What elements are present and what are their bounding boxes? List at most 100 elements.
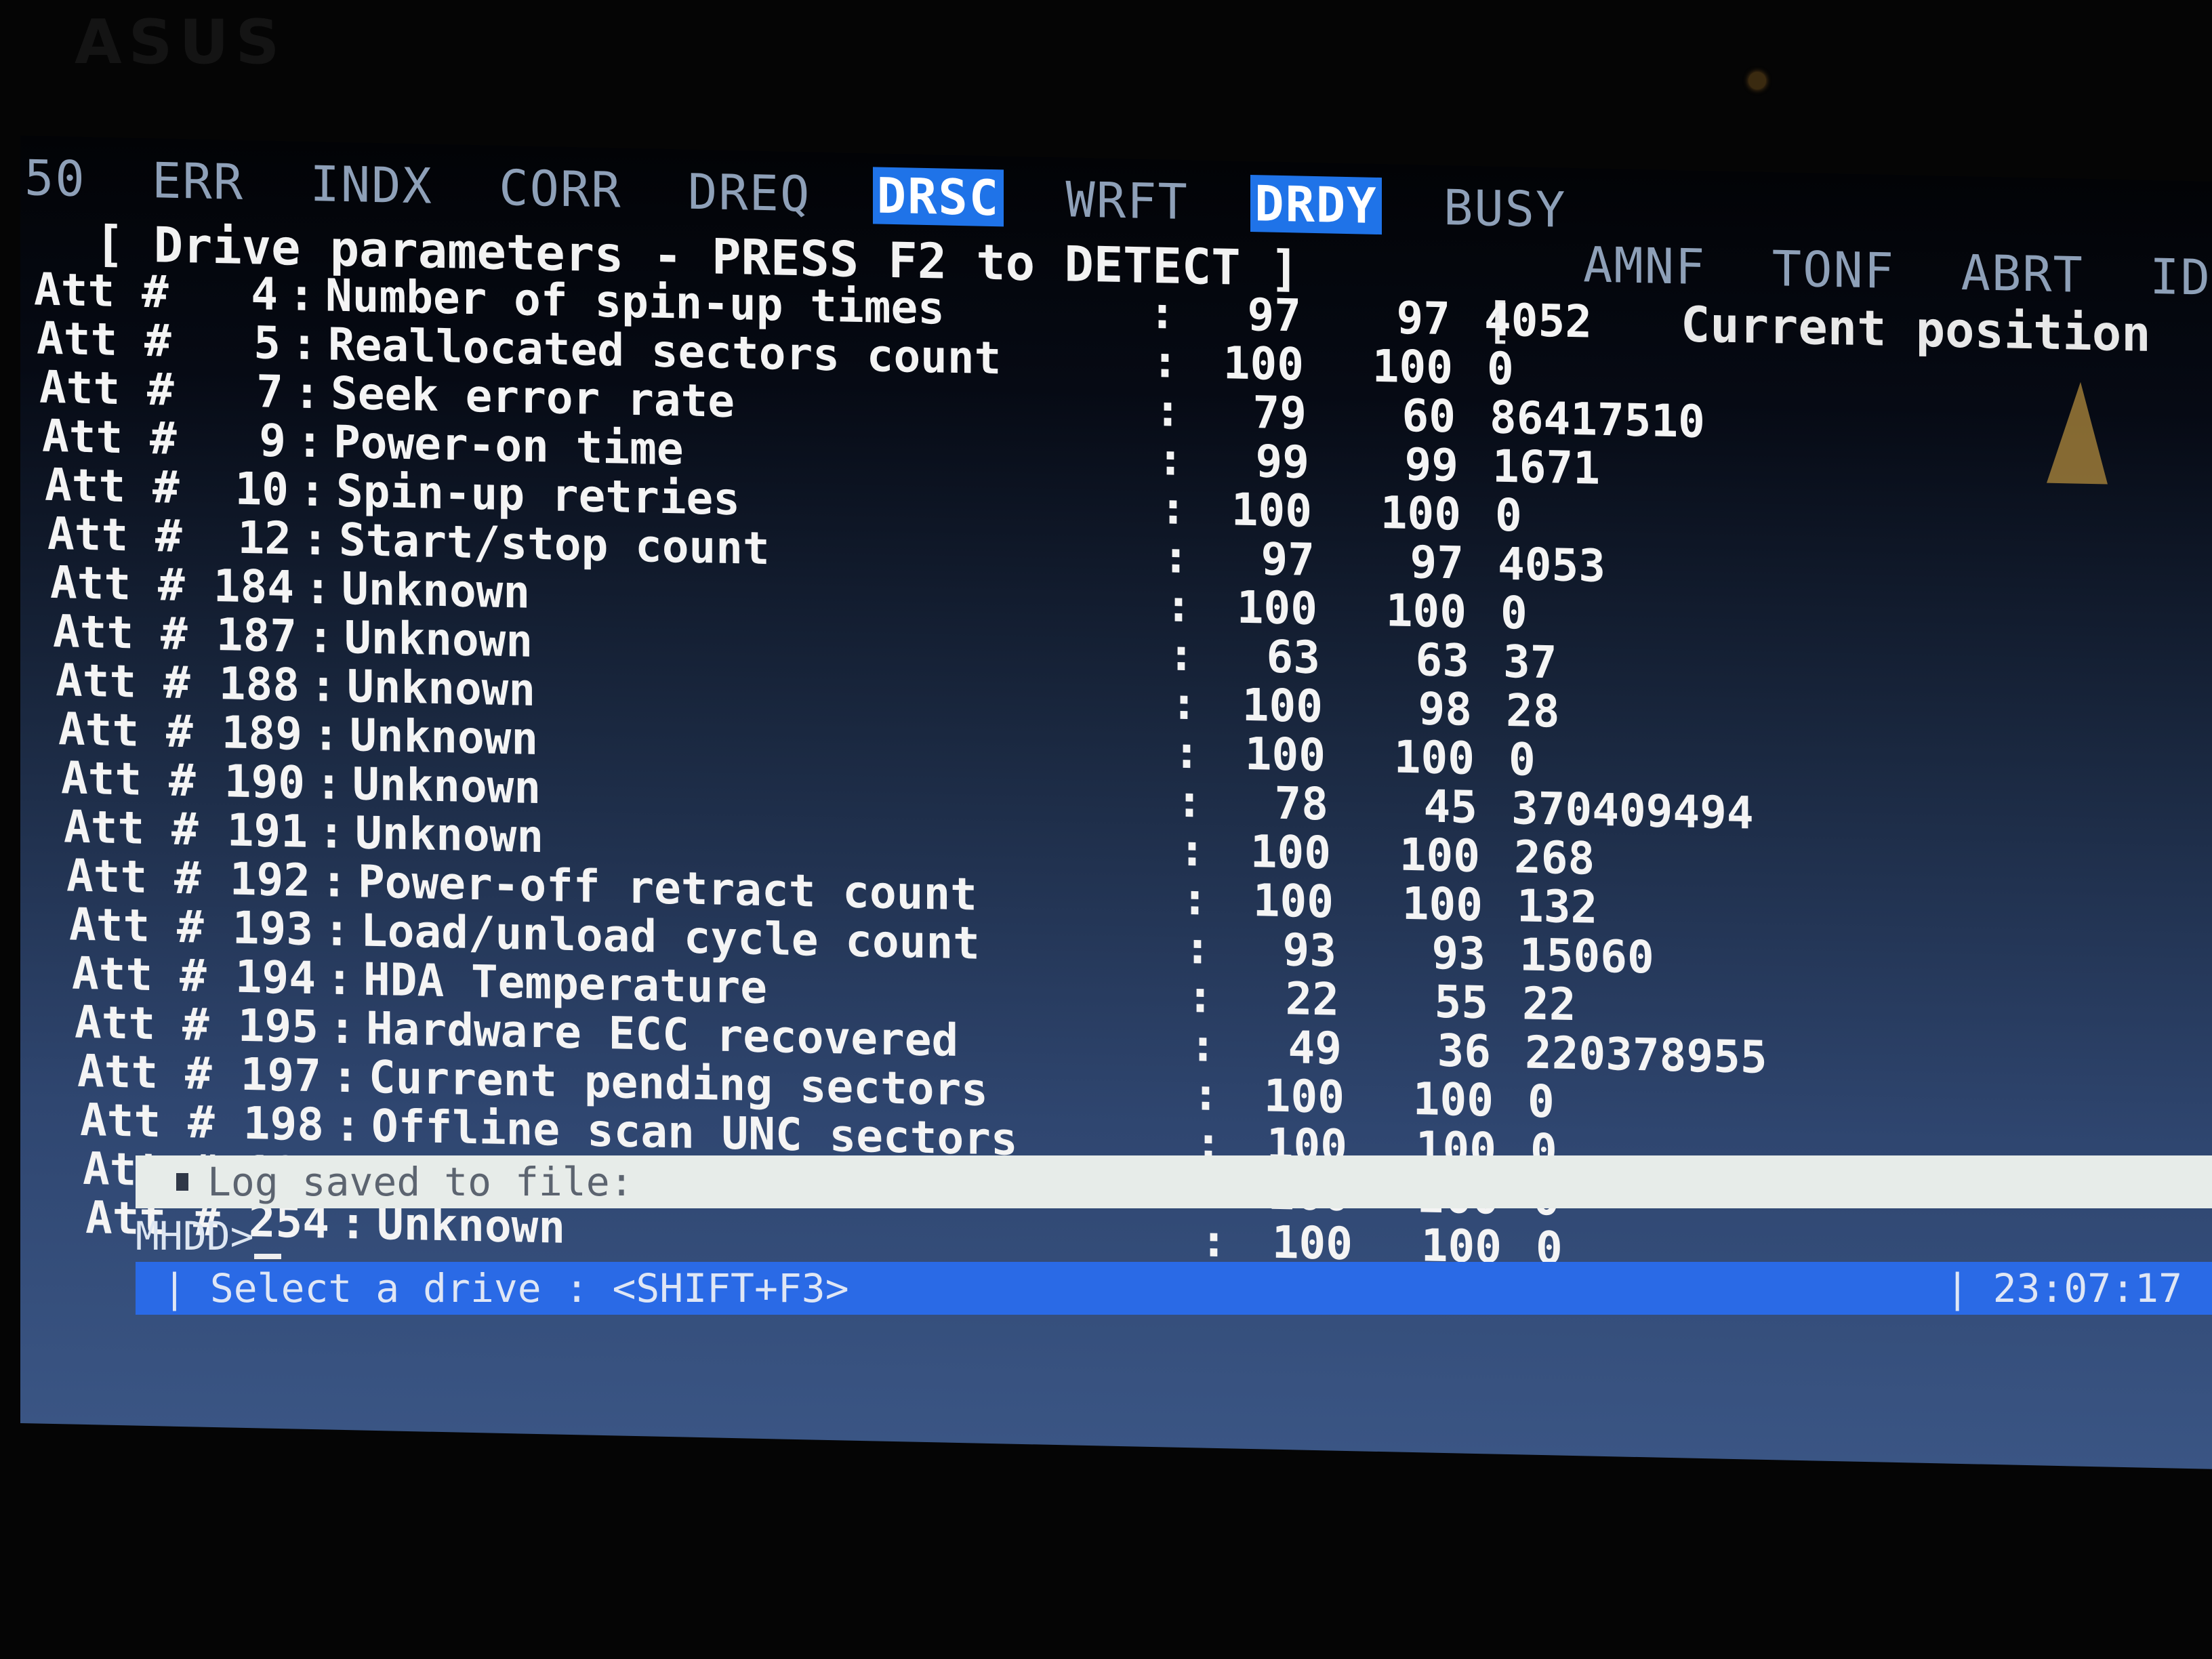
separator: : (299, 464, 326, 516)
attribute-id: 10 (234, 462, 289, 516)
separator: : (1157, 432, 1184, 486)
error-flag: AMNF (1583, 236, 1706, 296)
separator: : (315, 756, 342, 810)
attribute-id: 191 (226, 803, 308, 858)
attribute-prefix: Att # (47, 507, 182, 562)
status-flag: BUSY (1443, 178, 1567, 239)
separator: : (1181, 872, 1208, 926)
status-flag-active: DRDY (1250, 175, 1382, 235)
attribute-id: 189 (221, 705, 302, 760)
error-flag: ABRT (1961, 243, 2084, 304)
attribute-value: 99 (1255, 434, 1309, 489)
separator: : (288, 268, 315, 321)
attribute-value: 100 (1252, 874, 1334, 928)
attribute-prefix: Att # (58, 702, 193, 758)
attribute-prefix: Att # (72, 947, 207, 1002)
status-flag: DREQ (687, 163, 811, 223)
separator: : (1151, 335, 1179, 388)
attribute-prefix: Att # (61, 751, 196, 806)
attribute-prefix: Att # (45, 458, 180, 514)
command-prompt[interactable]: MHDD> (136, 1213, 281, 1259)
separator: : (1173, 726, 1200, 779)
text-cursor (253, 1254, 281, 1259)
status-flag: INDX (310, 155, 433, 215)
status-flag-active: DRSC (872, 167, 1004, 227)
separator: : (1168, 628, 1195, 681)
status-bar: | Select a drive : <SHIFT+F3> | 23:07:17 (136, 1262, 2212, 1315)
separator: : (318, 805, 345, 859)
attribute-prefix: Att # (42, 409, 177, 465)
select-drive-hint[interactable]: | Select a drive : <SHIFT+F3> (163, 1265, 849, 1311)
attribute-id: 190 (224, 754, 305, 809)
attribute-id: 195 (237, 999, 319, 1053)
attribute-prefix: Att # (56, 653, 190, 709)
attribute-worst: 55 (1434, 975, 1488, 1029)
attribute-worst: 98 (1418, 682, 1472, 736)
log-message-bar: Log saved to file: (136, 1155, 2212, 1208)
attribute-value: 100 (1231, 483, 1312, 537)
attribute-value: 100 (1236, 581, 1317, 635)
attribute-id: 198 (243, 1097, 324, 1151)
attribute-worst: 99 (1404, 438, 1458, 491)
status-flag: WRFT (1065, 171, 1189, 231)
attribute-worst: 100 (1399, 828, 1480, 882)
status-flag: ERR (152, 152, 245, 211)
separator: : (1160, 481, 1187, 535)
attribute-id: 12 (237, 511, 291, 565)
attribute-worst: 93 (1431, 926, 1486, 980)
clock: | 23:07:17 (1945, 1265, 2182, 1311)
attribute-prefix: Att # (77, 1044, 212, 1100)
smart-attributes-table: Att #4: Number of spin-up times:97 97 4052 A… (34, 263, 1875, 1279)
separator: : (296, 415, 323, 468)
attribute-worst: 100 (1401, 877, 1483, 931)
log-message: Log saved to file: (207, 1159, 634, 1205)
separator: : (1176, 775, 1203, 828)
separator: : (1179, 823, 1206, 877)
attribute-worst: 97 (1410, 535, 1464, 590)
separator: : (1165, 579, 1192, 632)
attribute-worst: 100 (1372, 340, 1453, 394)
separator: : (310, 659, 337, 712)
attribute-prefix: Att # (50, 556, 185, 611)
brand-logo: ASUS (75, 7, 287, 78)
status-flag: CORR (499, 159, 622, 219)
attribute-id: 184 (213, 559, 294, 613)
attribute-prefix: Att # (64, 800, 199, 856)
separator: : (331, 1050, 359, 1103)
attribute-worst: 100 (1385, 583, 1467, 638)
separator: : (307, 610, 334, 663)
separator: : (1200, 1214, 1227, 1267)
separator: : (302, 512, 329, 566)
attribute-value: 100 (1244, 727, 1326, 781)
attribute-id: 9 (259, 413, 286, 467)
bullet-icon (176, 1173, 188, 1191)
prompt-text: MHDD> (136, 1213, 254, 1259)
attribute-id: 197 (240, 1048, 321, 1102)
separator: : (323, 903, 350, 956)
separator: : (291, 316, 318, 370)
separator: : (304, 561, 331, 615)
attribute-id: 193 (232, 901, 313, 956)
attribute-worst: 100 (1393, 730, 1475, 785)
screen-glare (2047, 381, 2108, 485)
attribute-value: 100 (1223, 336, 1304, 391)
attribute-worst: 100 (1380, 486, 1461, 541)
webcam (1748, 72, 1766, 89)
attribute-value: 49 (1288, 1021, 1342, 1075)
separator: : (1154, 384, 1181, 437)
attribute-id: 4 (251, 267, 278, 321)
attribute-id: 5 (253, 316, 281, 369)
separator: : (1187, 970, 1214, 1023)
error-flag: TONF (1771, 240, 1896, 300)
attribute-id: 192 (229, 852, 310, 907)
attribute-prefix: Att # (37, 312, 171, 367)
attribute-value: 100 (1250, 825, 1331, 880)
attribute-prefix: Att # (80, 1093, 215, 1149)
attribute-value: 79 (1252, 386, 1307, 440)
separator: : (321, 854, 348, 907)
attribute-worst: 60 (1401, 389, 1456, 443)
separator: : (1189, 1019, 1216, 1072)
attribute-id: 194 (234, 950, 316, 1004)
attribute-worst: 100 (1412, 1072, 1494, 1127)
separator: : (1192, 1067, 1219, 1121)
